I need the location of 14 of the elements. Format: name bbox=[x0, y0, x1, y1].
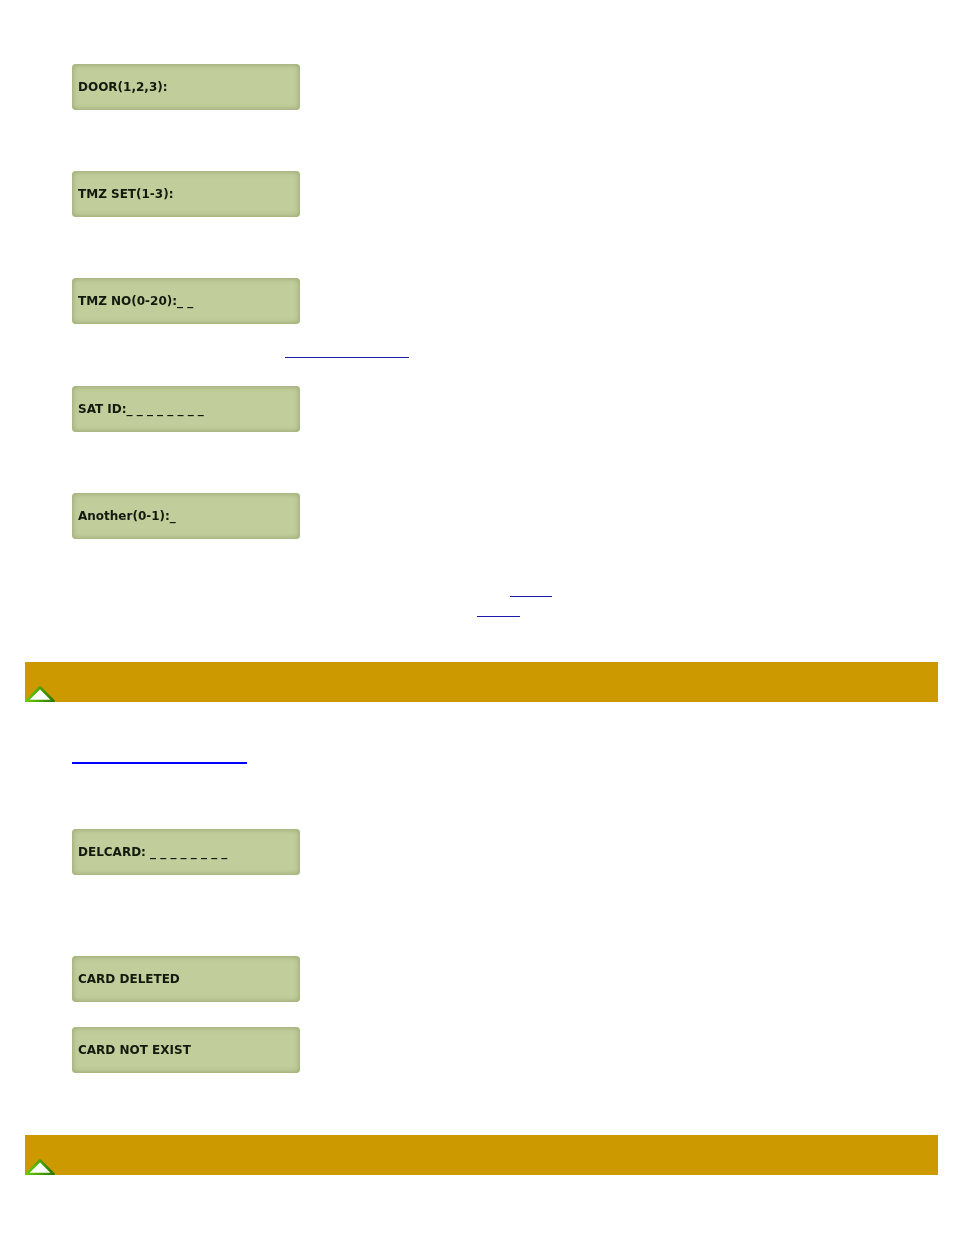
link-underline[interactable] bbox=[477, 616, 520, 617]
lcd-text: TMZ NO(0-20):_ _ bbox=[78, 294, 194, 308]
link-underline[interactable] bbox=[72, 762, 247, 764]
lcd-text: DOOR(1,2,3): bbox=[78, 80, 168, 94]
link-underline[interactable] bbox=[510, 596, 552, 597]
triangle-icon[interactable] bbox=[25, 1159, 55, 1175]
lcd-text: SAT ID:_ _ _ _ _ _ _ _ bbox=[78, 402, 204, 416]
lcd-text: CARD NOT EXIST bbox=[78, 1043, 191, 1057]
lcd-text: Another(0-1):_ bbox=[78, 509, 176, 523]
lcd-text: TMZ SET(1-3): bbox=[78, 187, 174, 201]
lcd-text: DELCARD: _ _ _ _ _ _ _ _ bbox=[78, 845, 228, 859]
link-underline[interactable] bbox=[285, 357, 409, 358]
triangle-icon[interactable] bbox=[25, 686, 55, 702]
lcd-text: CARD DELETED bbox=[78, 972, 180, 986]
